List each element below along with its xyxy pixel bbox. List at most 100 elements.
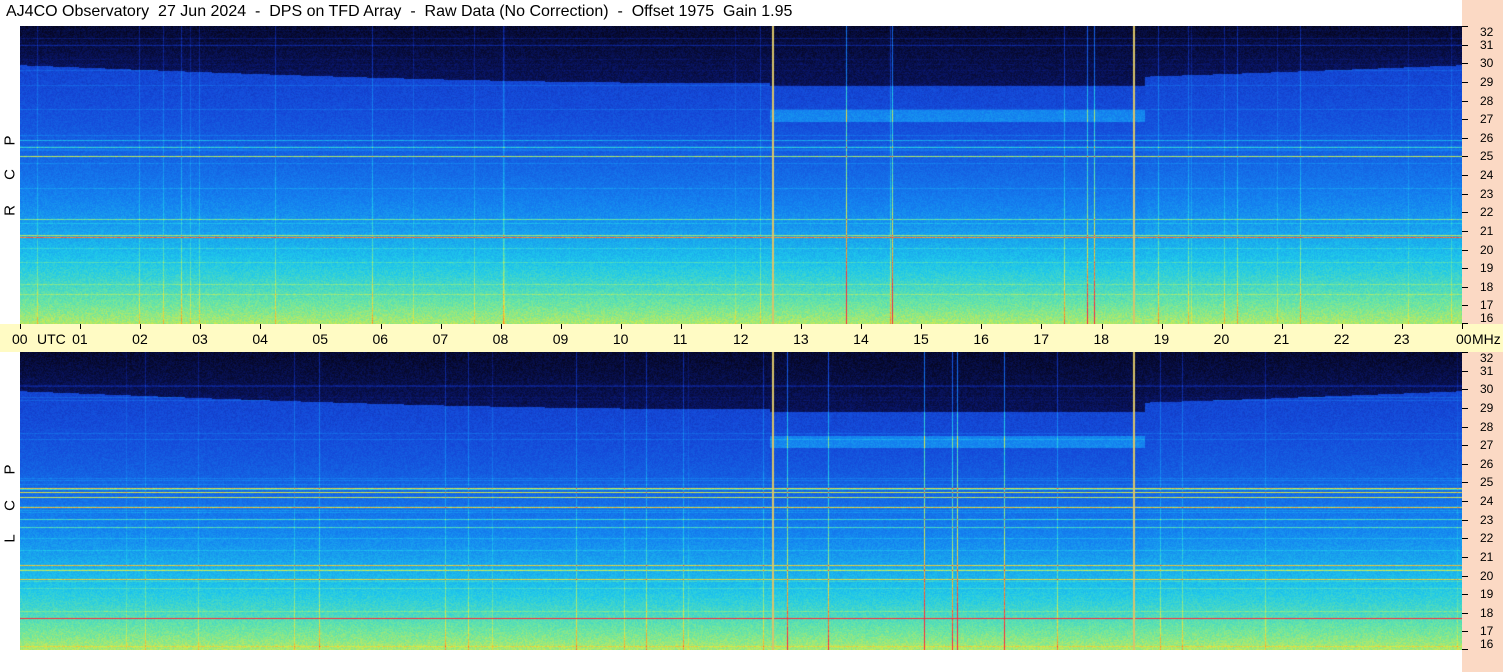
frequency-label: 27: [1480, 112, 1494, 127]
frequency-label: 32: [1480, 351, 1494, 365]
frequency-label: 16: [1480, 637, 1494, 651]
frequency-tick: [1462, 594, 1468, 596]
frequency-label: 21: [1480, 223, 1494, 238]
utc-label: UTC: [37, 331, 66, 347]
rcp-frequency-axis: 32 31 30 29 28 27 26 25 24 23 22 21 20 19 18 17 16: [1462, 26, 1503, 324]
time-label: 22: [1333, 331, 1350, 347]
frequency-tick: [1462, 249, 1468, 251]
time-label: 15: [913, 331, 929, 347]
lcp-letter-l: L: [1, 534, 19, 543]
frequency-label: 20: [1480, 242, 1494, 257]
frequency-tick: [1462, 137, 1468, 139]
time-tick: [1341, 324, 1343, 329]
time-label: 05: [312, 331, 328, 347]
time-tick: [1221, 324, 1223, 329]
frequency-label: 32: [1480, 25, 1494, 39]
frequency-label: 17: [1480, 624, 1494, 639]
lcp-letter-c: C: [1, 500, 19, 511]
time-tick: [801, 324, 803, 329]
frequency-tick: [1462, 26, 1468, 27]
lcp-label-column: L C P: [0, 352, 20, 650]
time-label: 00: [12, 331, 28, 347]
frequency-label: 21: [1480, 549, 1494, 564]
lcp-spectrogram[interactable]: [20, 352, 1462, 650]
frequency-tick: [1462, 44, 1468, 46]
time-tick: [1281, 324, 1283, 329]
time-tick: [921, 324, 923, 329]
frequency-tick: [1462, 175, 1468, 176]
frequency-tick: [1462, 352, 1468, 353]
time-label: 00: [1456, 331, 1472, 347]
frequency-label: 27: [1480, 438, 1494, 453]
time-tick: [861, 324, 863, 329]
frequency-axis-top-cap: [1462, 0, 1503, 26]
time-label: 12: [733, 331, 749, 347]
frequency-label: 20: [1480, 568, 1494, 583]
rcp-spectrogram-canvas: [20, 26, 1462, 324]
time-label: 04: [252, 331, 268, 347]
frequency-label: 23: [1480, 186, 1494, 201]
frequency-tick: [1462, 575, 1468, 577]
frequency-label: 18: [1480, 605, 1494, 620]
time-axis: 00 01 02 03 04 05 06 07 08 09 10 11 12 13 14 15 16 17 18 19…: [0, 324, 1503, 352]
rcp-label-column: R C P: [0, 26, 20, 324]
frequency-label: 25: [1480, 149, 1494, 164]
frequency-tick: [1462, 212, 1468, 214]
time-tick: [1101, 324, 1103, 329]
time-label: 13: [793, 331, 809, 347]
frequency-tick: [1462, 370, 1468, 372]
time-label: 01: [72, 331, 88, 347]
frequency-tick: [1462, 286, 1468, 288]
time-label: 20: [1213, 331, 1230, 347]
rcp-letter-r: R: [1, 205, 19, 216]
frequency-tick: [1462, 230, 1468, 232]
time-tick: [1462, 324, 1463, 329]
time-label: 07: [432, 331, 449, 347]
time-tick: [200, 324, 202, 329]
frequency-tick: [1462, 501, 1468, 502]
frequency-label: 28: [1480, 419, 1494, 434]
time-label: 06: [372, 331, 389, 347]
frequency-tick: [1462, 612, 1468, 614]
time-tick: [1041, 324, 1043, 329]
lcp-spectrogram-canvas: [20, 352, 1462, 650]
frequency-tick: [1462, 519, 1468, 521]
time-label: 11: [672, 331, 688, 347]
frequency-label: 22: [1480, 531, 1494, 546]
frequency-tick: [1462, 407, 1468, 409]
frequency-tick: [1462, 538, 1468, 540]
time-tick: [500, 324, 502, 329]
time-label: 09: [552, 331, 569, 347]
frequency-tick: [1462, 156, 1468, 158]
frequency-tick: [1462, 482, 1468, 484]
frequency-label: 26: [1480, 130, 1494, 145]
time-label: 02: [132, 331, 148, 347]
frequency-label: 23: [1480, 512, 1494, 527]
time-label: 16: [973, 331, 989, 347]
lcp-letter-p: P: [1, 464, 19, 475]
frequency-tick: [1462, 426, 1468, 428]
frequency-tick: [1462, 119, 1468, 121]
frequency-tick: [1462, 323, 1468, 324]
frequency-tick: [1462, 445, 1468, 447]
frequency-label: 26: [1480, 456, 1494, 471]
time-label: 23: [1393, 331, 1410, 347]
frequency-label: 30: [1480, 56, 1494, 71]
lcp-frequency-axis: 32 31 30 29 28 27 26 25 24 23 22 21 20 19 18 17 16: [1462, 352, 1503, 650]
rcp-spectrogram[interactable]: [20, 26, 1462, 324]
frequency-label: 24: [1480, 494, 1494, 508]
time-tick: [440, 324, 442, 329]
frequency-label: 25: [1480, 475, 1494, 490]
frequency-label: 29: [1480, 74, 1494, 89]
mhz-label: MHz: [1472, 331, 1501, 347]
time-tick: [1161, 324, 1163, 329]
time-tick: [1401, 324, 1403, 329]
frequency-label: 18: [1480, 279, 1494, 294]
frequency-label: 16: [1480, 311, 1494, 325]
rcp-letter-p: P: [1, 135, 19, 146]
frequency-label: 24: [1480, 168, 1494, 182]
frequency-label: 19: [1480, 587, 1494, 602]
time-tick: [140, 324, 142, 329]
frequency-label: 31: [1480, 363, 1494, 378]
time-tick: [380, 324, 382, 329]
